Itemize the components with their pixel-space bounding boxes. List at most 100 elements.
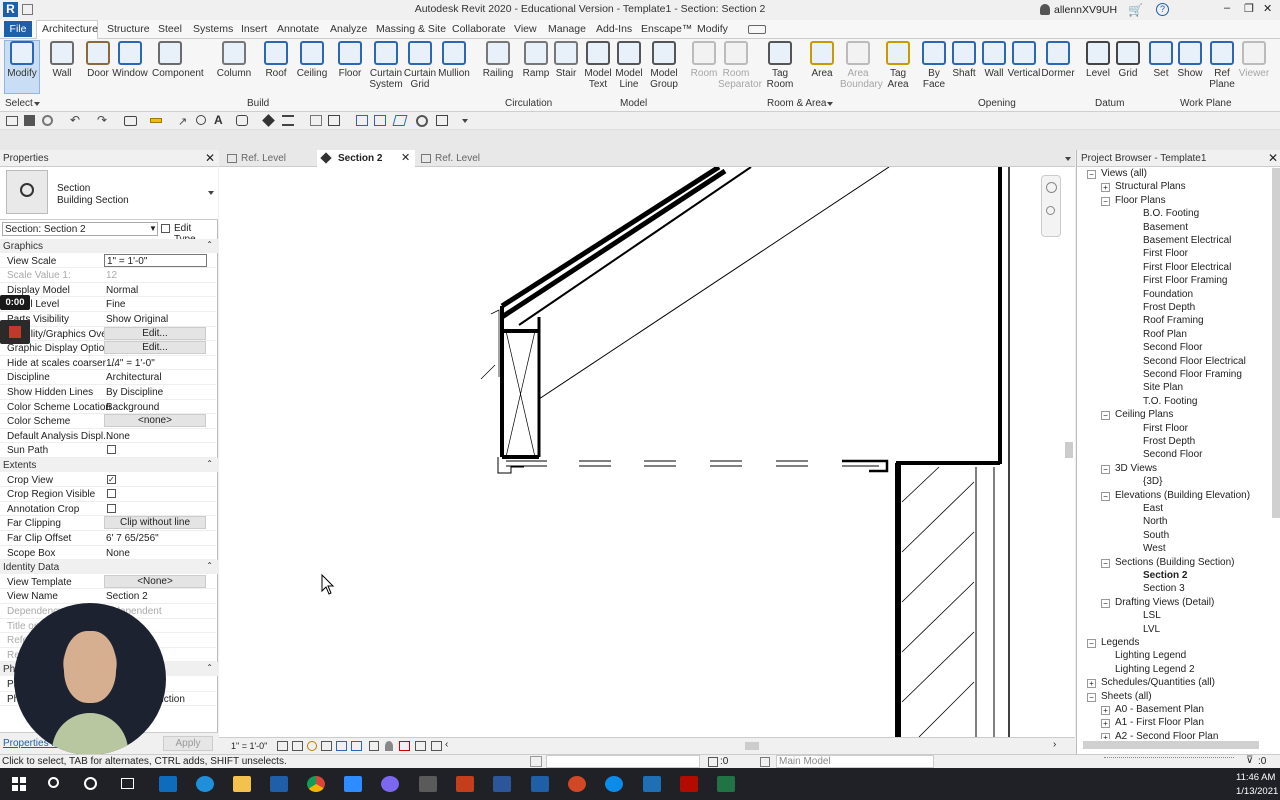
tab-analyze[interactable]: Analyze [330, 23, 367, 35]
outlook-icon[interactable] [159, 776, 177, 792]
tool-room-separator[interactable]: Room Separator [718, 41, 762, 90]
tab-annotate[interactable]: Annotate [277, 23, 319, 35]
prop-section-header[interactable]: Identity Data ⌃ [0, 560, 218, 575]
prop-row[interactable]: Scope Box None [0, 546, 216, 561]
minimize-button[interactable]: – [1224, 2, 1230, 14]
prop-row[interactable]: Far Clip Offset 6' 7 65/256" [0, 531, 216, 546]
tree-expander-icon[interactable]: + [1101, 706, 1110, 715]
tab-addins[interactable]: Add-Ins [596, 23, 632, 35]
browser-item[interactable]: A1 - First Floor Plan [1115, 717, 1204, 728]
prop-row[interactable]: Discipline Architectural [0, 370, 216, 385]
browser-item[interactable]: Views (all) [1101, 168, 1147, 179]
search-icon[interactable] [48, 777, 59, 788]
tree-expander-icon[interactable]: + [1101, 719, 1110, 729]
prop-button[interactable]: <None> [104, 574, 206, 588]
tool-viewer[interactable]: Viewer [1236, 41, 1272, 79]
tree-expander-icon[interactable]: − [1087, 170, 1096, 179]
instance-selector[interactable]: Section: Section 2 ▼ [2, 222, 158, 236]
tool-door[interactable]: Door [80, 41, 116, 79]
grid-icon-qat[interactable] [374, 115, 386, 126]
tree-expander-icon[interactable]: − [1101, 558, 1110, 568]
tab-close-icon[interactable]: ✕ [401, 151, 410, 164]
prop-value[interactable]: None [106, 431, 130, 442]
tool-component[interactable]: Component [152, 41, 204, 79]
drawing-canvas[interactable] [219, 164, 1075, 738]
help-icon[interactable]: ? [1156, 3, 1169, 16]
browser-item[interactable]: Schedules/Quantities (all) [1101, 677, 1215, 688]
tab-systems[interactable]: Systems [193, 23, 233, 35]
tree-expander-icon[interactable]: + [1087, 679, 1096, 689]
browser-item[interactable]: Ceiling Plans [1115, 409, 1173, 420]
shadows-icon[interactable] [321, 741, 332, 751]
tab-massing[interactable]: Massing & Site [376, 23, 446, 35]
prop-row[interactable]: Sun Path [0, 443, 216, 458]
tool-railing[interactable]: Railing [480, 41, 516, 79]
browser-scrollbar[interactable] [1272, 168, 1280, 518]
redo-icon[interactable]: ↷ [97, 113, 107, 127]
prop-value[interactable]: Architectural [106, 372, 162, 383]
unlocked-3d-icon[interactable] [369, 741, 379, 751]
type-selector[interactable]: Section Building Section [0, 167, 218, 220]
browser-item[interactable]: Legends [1101, 637, 1139, 648]
tool-tag-area[interactable]: Tag Area [880, 41, 916, 90]
prop-row[interactable]: Color Scheme Location Background [0, 400, 216, 415]
analytical-icon[interactable] [415, 741, 426, 751]
workset-dropdown[interactable] [546, 755, 700, 768]
browser-item[interactable]: Lighting Legend 2 [1115, 664, 1195, 675]
prop-value[interactable]: Background [106, 402, 159, 413]
tool-stair[interactable]: Stair [548, 41, 584, 79]
record-stop-button[interactable] [0, 320, 30, 344]
browser-item[interactable]: Roof Plan [1143, 329, 1187, 340]
browser-item[interactable]: Site Plan [1143, 382, 1183, 393]
tool-roof[interactable]: Roof [258, 41, 294, 79]
tool-grid[interactable]: Grid [1110, 41, 1146, 79]
measure-icon[interactable] [150, 118, 162, 123]
prop-button[interactable]: Edit... [104, 341, 206, 355]
tab-ref-level-2[interactable]: Ref. Level [419, 151, 511, 167]
prop-value[interactable]: 1" = 1'-0" [104, 253, 207, 267]
browser-item[interactable]: First Floor [1143, 248, 1188, 259]
scroll-left-icon[interactable]: ‹ [445, 739, 448, 750]
prop-row[interactable]: Scale Value 1: 12 [0, 268, 216, 283]
browser-item[interactable]: A0 - Basement Plan [1115, 704, 1204, 715]
tree-expander-icon[interactable]: − [1101, 598, 1110, 608]
ribbon-options-icon[interactable] [748, 25, 766, 34]
switch-windows-icon[interactable] [328, 115, 340, 126]
prop-value[interactable]: 6' 7 65/256" [106, 533, 159, 544]
detail-level-icon[interactable] [277, 741, 288, 751]
browser-item[interactable]: West [1143, 543, 1166, 554]
tool-column[interactable]: Column [216, 41, 252, 79]
tab-manage[interactable]: Manage [548, 23, 586, 35]
clock-date[interactable]: 1/13/2021 [1236, 786, 1278, 797]
settings-icon[interactable] [416, 115, 428, 127]
prop-row[interactable]: Annotation Crop [0, 502, 216, 517]
tab-steel[interactable]: Steel [158, 23, 182, 35]
edit-type-button[interactable]: Edit Type [161, 222, 213, 245]
vertical-scrollbar[interactable] [1065, 442, 1073, 458]
tool-wall[interactable]: Wall [44, 41, 80, 79]
edit-icon[interactable] [392, 115, 408, 126]
browser-item[interactable]: First Floor [1143, 423, 1188, 434]
tab-architecture[interactable]: Architecture [42, 23, 98, 35]
default-3d-icon[interactable] [356, 115, 368, 126]
browser-item[interactable]: Roof Framing [1143, 315, 1204, 326]
prop-row[interactable]: Display Model Normal [0, 283, 216, 298]
tool-ceiling[interactable]: Ceiling [294, 41, 330, 79]
group-room-area[interactable]: Room & Area [767, 98, 826, 109]
tool-floor[interactable]: Floor [332, 41, 368, 79]
tool-room[interactable]: Room [686, 41, 722, 79]
tree-expander-icon[interactable]: − [1087, 692, 1096, 702]
photos-icon[interactable] [643, 776, 661, 792]
sun-path-icon[interactable] [307, 741, 317, 751]
tool-model-group[interactable]: Model Group [646, 41, 682, 90]
zoom-app-icon[interactable] [344, 776, 362, 792]
prop-row[interactable]: Far Clipping Clip without line [0, 516, 216, 531]
window-icon-qat[interactable] [436, 115, 448, 126]
prop-row[interactable]: Detail Level Fine [0, 297, 216, 312]
tool-area-boundary[interactable]: Area Boundary [840, 41, 883, 90]
design-options-icon[interactable] [760, 757, 770, 767]
app-icon-9[interactable] [456, 776, 474, 792]
close-hidden-icon[interactable] [310, 115, 322, 126]
prop-section-header[interactable]: Extents ⌃ [0, 458, 218, 472]
browser-item[interactable]: Basement [1143, 222, 1188, 233]
